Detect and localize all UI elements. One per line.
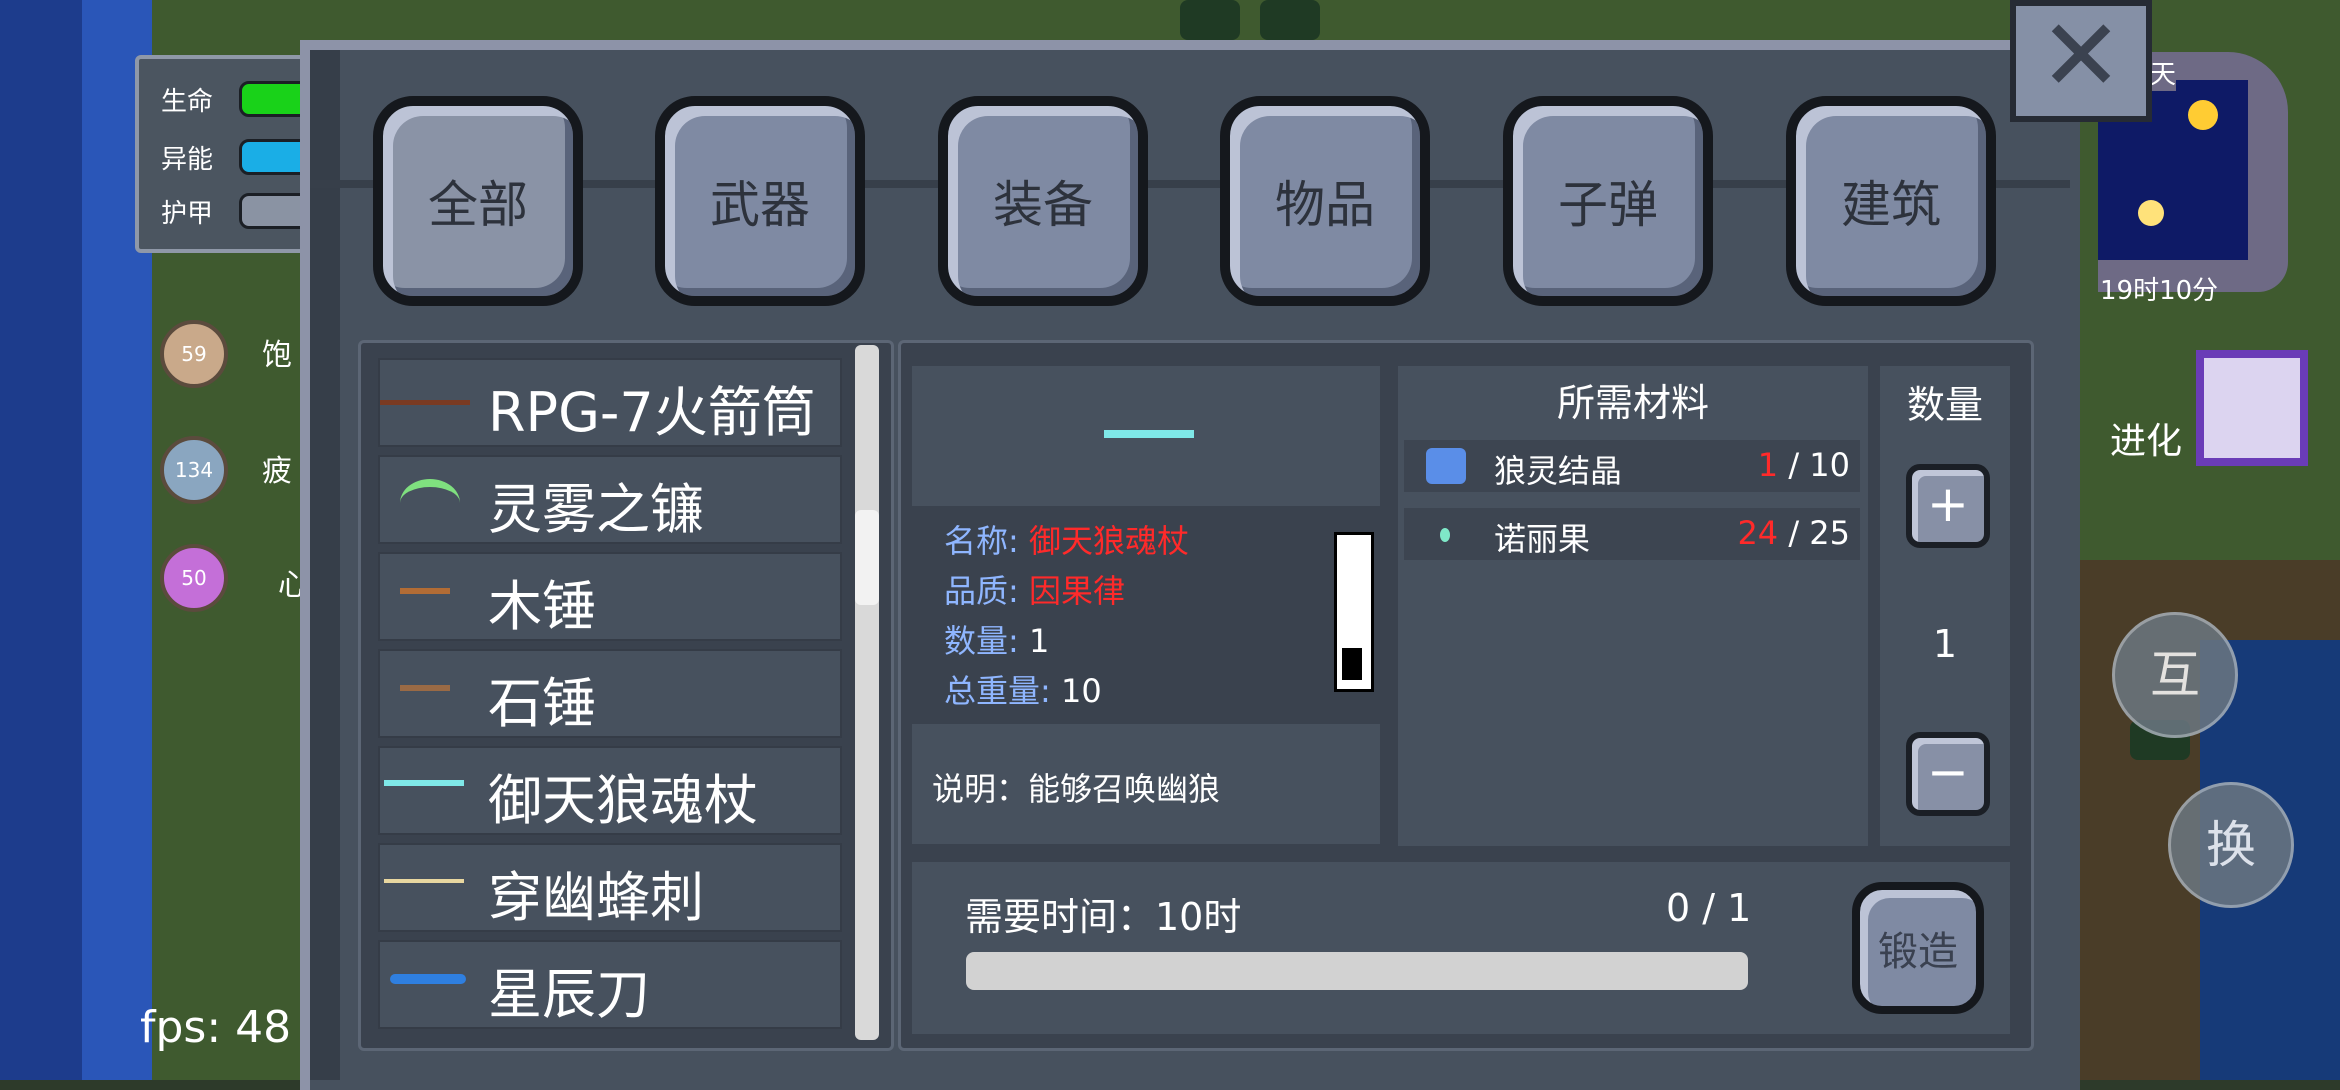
quality-key: 品质: <box>944 572 1019 610</box>
stat-label-energy: 异能 <box>161 145 214 175</box>
fps-counter: fps: 48 <box>140 1002 292 1053</box>
list-item[interactable]: 灵雾之镰 <box>378 455 842 544</box>
sun-icon <box>2188 100 2218 130</box>
count-value: 1 <box>1028 622 1050 660</box>
material-row: 狼灵结晶 1 / 10 <box>1404 440 1860 492</box>
material-count: 1 / 10 <box>1758 446 1850 484</box>
heart-icon: 50 <box>160 544 228 612</box>
stat-label-hp: 生命 <box>161 87 214 117</box>
swap-button[interactable]: 换 <box>2168 782 2294 908</box>
stone-hammer-icon <box>380 673 470 713</box>
crystal-icon <box>1426 448 1466 484</box>
tab-ammo[interactable]: 子弹 <box>1503 96 1713 306</box>
weight-key: 总重量: <box>944 672 1051 710</box>
moon-icon <box>2138 200 2164 226</box>
list-item[interactable]: 木锤 <box>378 552 842 641</box>
list-item[interactable]: 星辰刀 <box>378 940 842 1029</box>
list-item-label: RPG-7火箭筒 <box>488 381 816 444</box>
world-water <box>0 0 82 1080</box>
staff-icon <box>380 770 470 810</box>
list-item-label: 石锤 <box>488 672 596 735</box>
tab-weapons[interactable]: 武器 <box>655 96 865 306</box>
scythe-icon <box>380 479 470 519</box>
material-row: 诺丽果 24 / 25 <box>1404 508 1860 560</box>
craft-time-label: 需要时间：10时 <box>965 895 1242 939</box>
material-need: / 25 <box>1788 514 1850 552</box>
list-scrollbar[interactable] <box>855 345 879 1040</box>
close-button[interactable]: ✕ <box>2010 0 2152 122</box>
rpg-icon <box>380 382 470 422</box>
material-name: 诺丽果 <box>1494 520 1591 558</box>
fruit-icon <box>1440 528 1450 542</box>
quest-scroll-icon[interactable] <box>2196 350 2308 466</box>
list-item-label: 木锤 <box>488 575 596 638</box>
material-name: 狼灵结晶 <box>1494 452 1623 490</box>
decrease-button[interactable]: − <box>1906 732 1990 816</box>
list-item-label: 御天狼魂杖 <box>488 769 758 832</box>
materials-panel <box>1398 366 1868 846</box>
material-have: 1 <box>1757 446 1779 484</box>
upgrade-label[interactable]: 进化 <box>2110 412 2182 464</box>
tab-all[interactable]: 全部 <box>373 96 583 306</box>
wood-hammer-icon <box>380 576 470 616</box>
materials-title: 所需材料 <box>1556 381 1709 425</box>
hunger-label: 饱 <box>262 338 292 373</box>
craft-count: 0 / 1 <box>1666 886 1752 930</box>
item-count-row: 数量: 1 <box>944 616 1049 662</box>
tab-items[interactable]: 物品 <box>1220 96 1430 306</box>
hunger-icon: 59 <box>160 320 228 388</box>
selected-item-icon <box>1104 430 1194 438</box>
tree <box>1260 0 1320 40</box>
item-name-row: 名称: 御天狼魂杖 <box>944 516 1189 562</box>
quantity-title: 数量 <box>1906 383 1983 427</box>
info-scrollbar-thumb[interactable] <box>1342 648 1362 680</box>
list-item[interactable]: 石锤 <box>378 649 842 738</box>
interact-button[interactable]: 互 <box>2112 612 2238 738</box>
list-item-label: 穿幽蜂刺 <box>488 866 704 929</box>
list-item-label: 灵雾之镰 <box>488 478 704 541</box>
list-item-label: 星辰刀 <box>488 963 650 1026</box>
name-key: 名称: <box>944 522 1019 560</box>
item-weight-row: 总重量: 10 <box>944 666 1102 712</box>
material-count: 24 / 25 <box>1737 514 1850 552</box>
clock-time: 19时10分 <box>2100 276 2219 306</box>
material-have: 24 <box>1737 514 1779 552</box>
material-need: / 10 <box>1788 446 1850 484</box>
forge-button[interactable]: 锻造 <box>1852 882 1984 1014</box>
name-value: 御天狼魂杖 <box>1028 522 1189 560</box>
stat-panel: 生命 异能 护甲 <box>135 55 335 253</box>
tab-equipment[interactable]: 装备 <box>938 96 1148 306</box>
fatigue-icon: 134 <box>160 436 228 504</box>
stat-label-armor: 护甲 <box>161 199 214 229</box>
tree <box>1180 0 1240 40</box>
close-icon: ✕ <box>2039 0 2123 114</box>
item-description: 说明：能够召唤幽狼 <box>932 770 1221 808</box>
panel-edge <box>310 50 340 1080</box>
sting-icon <box>380 867 470 907</box>
weight-value: 10 <box>1060 672 1102 710</box>
craft-progress-bar <box>966 952 1748 990</box>
tab-buildings[interactable]: 建筑 <box>1786 96 1996 306</box>
list-scrollbar-thumb[interactable] <box>855 510 879 605</box>
count-key: 数量: <box>944 622 1019 660</box>
increase-button[interactable]: + <box>1906 464 1990 548</box>
list-item[interactable]: 御天狼魂杖 <box>378 746 842 835</box>
list-item[interactable]: RPG-7火箭筒 <box>378 358 842 447</box>
fatigue-label: 疲 <box>262 454 292 489</box>
quantity-value: 1 <box>1932 622 1958 666</box>
quality-value: 因果律 <box>1028 572 1125 610</box>
item-quality-row: 品质: 因果律 <box>944 566 1125 612</box>
clock-day-label: 天 <box>2150 54 2177 91</box>
blade-icon <box>380 964 470 1004</box>
list-item[interactable]: 穿幽蜂刺 <box>378 843 842 932</box>
